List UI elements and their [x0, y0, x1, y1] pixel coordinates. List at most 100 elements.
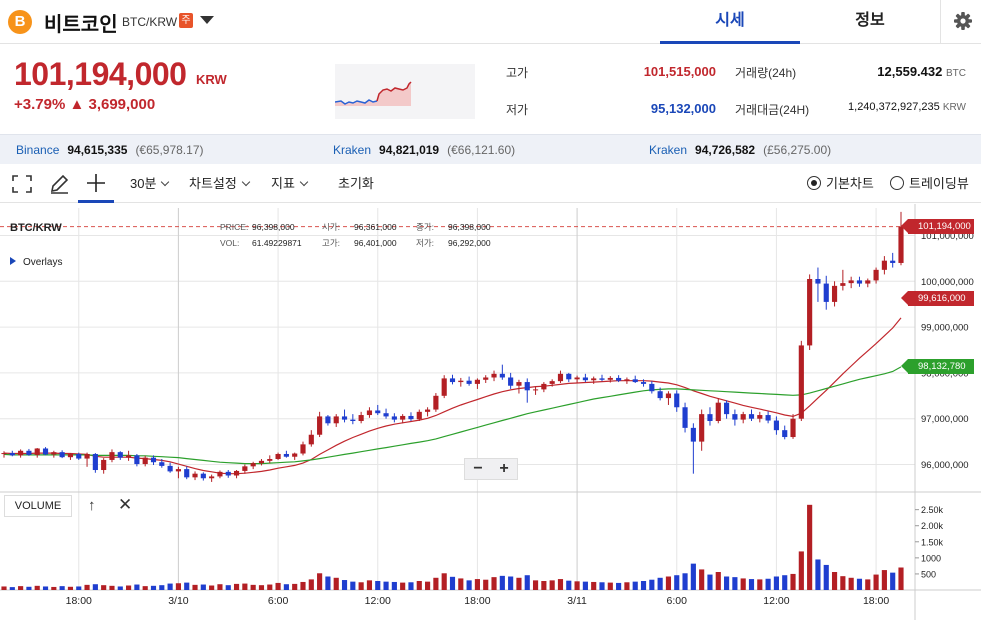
volume-close-button[interactable]: ✕	[118, 495, 132, 515]
fullscreen-button[interactable]	[12, 165, 32, 203]
volume-bar	[242, 583, 248, 590]
candle-body	[408, 415, 414, 420]
volume-bar	[582, 581, 588, 590]
volume-bar	[707, 574, 713, 590]
volume-bar	[192, 584, 198, 590]
candle-body	[757, 415, 763, 419]
volume-tick-label: 2.50k	[921, 505, 944, 515]
coin-select-caret-icon[interactable]	[200, 16, 214, 24]
volume-bar	[433, 577, 439, 590]
indicators-select[interactable]: 지표	[271, 165, 309, 203]
chart-settings-select[interactable]: 차트설정	[189, 165, 251, 203]
volume-panel-label: VOLUME	[4, 495, 72, 517]
candle-body	[541, 383, 547, 390]
volume-bar	[308, 579, 314, 590]
exchange-item[interactable]: Kraken 94,726,582 (£56,275.00)	[649, 143, 831, 157]
candle-body	[732, 414, 738, 420]
volume-bar	[674, 575, 680, 590]
candle-body	[225, 471, 231, 476]
mini-price-chart	[335, 64, 475, 119]
tooltip-price-key: PRICE:	[220, 222, 249, 232]
volume-bar	[574, 581, 580, 590]
volume-bar	[466, 580, 472, 590]
exchange-fx: (€66,121.60)	[447, 143, 516, 157]
interval-select[interactable]: 30분	[130, 165, 170, 203]
candle-body	[865, 280, 871, 284]
y-tick-label: 96,000,000	[921, 460, 969, 471]
volume-bar	[283, 584, 289, 590]
candle-body	[591, 378, 597, 381]
candle-body	[740, 414, 746, 420]
candle-body	[674, 393, 680, 408]
volume-bar	[92, 584, 98, 590]
zoom-out-button[interactable]: −	[465, 459, 491, 479]
volume-bar	[184, 582, 190, 590]
volume-24h: 12,559.432 BTC	[820, 64, 966, 79]
volume-bar	[491, 577, 497, 590]
gear-icon	[954, 12, 972, 30]
candle-body	[649, 383, 655, 392]
volume-bar	[848, 577, 854, 590]
basic-chart-radio[interactable]: 기본차트	[807, 165, 874, 203]
high-value: 101,515,000	[643, 64, 716, 79]
volume-bar	[200, 584, 206, 590]
radio-selected-icon	[807, 176, 821, 190]
volume-tick-label: 2.00k	[921, 521, 944, 531]
tradingview-radio[interactable]: 트레이딩뷰	[890, 165, 969, 203]
candlestick-chart-svg[interactable]: 96,000,00097,000,00098,000,00099,000,000…	[0, 204, 981, 620]
candle-body	[366, 410, 373, 416]
overlays-toggle[interactable]: Overlays	[10, 257, 62, 268]
candle-body	[209, 476, 215, 479]
change-amount: ▲ 3,699,000	[69, 96, 156, 113]
volume-bar	[856, 578, 863, 590]
crosshair-button[interactable]	[78, 165, 114, 203]
radio-unselected-icon	[890, 176, 904, 190]
tooltip-vol-key: VOL:	[220, 238, 240, 248]
exchange-fx: (€65,978.17)	[135, 143, 204, 157]
volume-bar	[341, 580, 348, 590]
volume-bar	[566, 580, 572, 590]
draw-button[interactable]	[48, 165, 70, 203]
candle-body	[134, 455, 140, 465]
reset-button[interactable]: 초기화	[338, 165, 374, 203]
candle-body	[815, 279, 821, 284]
price-panel: 101,194,000 KRW +3.79% ▲ 3,699,000 고가 10…	[0, 44, 981, 134]
candle-body	[466, 380, 472, 384]
candle-body	[375, 410, 381, 414]
candle-body	[773, 420, 779, 431]
volume-bar	[67, 586, 74, 590]
volume-bar	[649, 579, 655, 590]
volume-bar	[483, 579, 489, 590]
candle-body	[707, 414, 713, 421]
volume-bar	[624, 582, 630, 590]
zoom-in-button[interactable]: +	[491, 459, 517, 479]
price-chart[interactable]: 96,000,00097,000,00098,000,00099,000,000…	[0, 204, 981, 620]
candle-body	[308, 434, 314, 445]
candle-body	[341, 416, 348, 420]
exchange-price: 94,821,019	[379, 143, 440, 157]
volume-bar	[109, 585, 115, 590]
exchange-item[interactable]: Kraken 94,821,019 (€66,121.60)	[333, 143, 515, 157]
candle-body	[724, 402, 730, 415]
fullscreen-icon	[12, 175, 32, 193]
candle-body	[516, 382, 522, 386]
exchange-item[interactable]: Binance 94,615,335 (€65,978.17)	[16, 143, 204, 157]
candle-body	[881, 260, 887, 270]
tab-info[interactable]: 정보	[800, 0, 940, 44]
tab-quote[interactable]: 시세	[660, 0, 800, 44]
candle-body	[250, 463, 256, 467]
chevron-down-icon	[241, 177, 251, 187]
x-tick-label: 6:00	[667, 595, 688, 607]
volume-bar	[225, 585, 231, 590]
volume-bar	[267, 584, 273, 590]
chevron-down-icon	[161, 177, 170, 187]
tooltip-close-value: 96,398,000	[448, 222, 491, 232]
candle-body	[699, 414, 705, 442]
volume-bar	[117, 586, 123, 590]
volume-bar	[317, 573, 323, 590]
chevron-down-icon	[299, 177, 309, 187]
settings-button[interactable]	[940, 0, 981, 44]
turnover-24h-unit: KRW	[942, 102, 966, 113]
volume-bar	[557, 579, 564, 590]
volume-move-up-button[interactable]: ↑	[88, 497, 96, 514]
